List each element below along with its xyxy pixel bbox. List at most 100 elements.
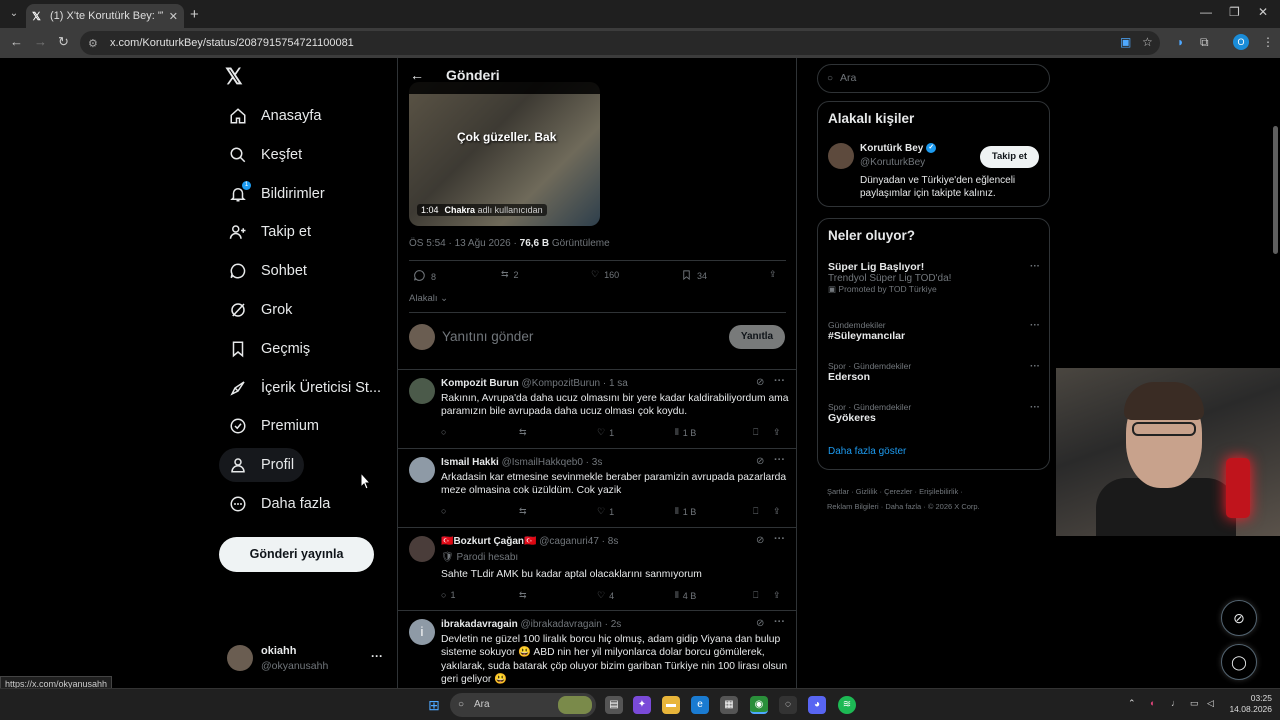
forward-icon[interactable]: → xyxy=(34,34,47,49)
network-icon[interactable]: ▭ xyxy=(1190,698,1199,709)
store-icon[interactable]: ▦ xyxy=(720,696,738,714)
microphone-icon[interactable]: ♩ xyxy=(1171,698,1180,708)
discord-icon[interactable]: ◕ xyxy=(808,696,826,714)
post-timestamp[interactable]: ÖS 5:54 · 13 Ağu 2026 · xyxy=(409,238,520,249)
share-icon[interactable]: ⇪ xyxy=(773,427,781,438)
task-view-icon[interactable]: ▤ xyxy=(605,696,623,714)
x-logo-icon[interactable]: 𝕏 xyxy=(225,64,243,90)
read-aloud-icon[interactable]: ◗ xyxy=(1177,35,1184,49)
window-close-icon[interactable]: ✕ xyxy=(1258,5,1268,19)
share-icon[interactable]: ⇪ xyxy=(773,506,781,517)
reply-item[interactable]: Ismail Hakki @IsmailHakkqeb0 · 3s ⊘ ··· … xyxy=(398,448,796,528)
reply-item[interactable]: i ibrakadavragain @ibrakadavragain · 2s … xyxy=(398,610,796,688)
trend-item[interactable]: Gündemdekiler #Süleymancılar ··· xyxy=(828,320,1040,342)
bookmark-action[interactable]: 34 xyxy=(681,269,707,283)
reply-author[interactable]: Ismail Hakki xyxy=(441,457,499,468)
avatar[interactable] xyxy=(828,143,854,169)
more-dots-icon[interactable]: ··· xyxy=(1030,261,1040,272)
more-dots-icon[interactable]: ··· xyxy=(1030,320,1040,331)
nav-item-more[interactable]: Daha fazla xyxy=(219,487,340,521)
windows-start-icon[interactable]: ⊞ xyxy=(425,696,443,714)
nav-item-explore[interactable]: Keşfet xyxy=(219,138,312,172)
share-icon[interactable]: ⇪ xyxy=(769,269,777,280)
trend-item[interactable]: Süper Lig Başlıyor! Trendyol Süper Lig T… xyxy=(828,261,1040,295)
grok-fab-icon[interactable]: ⊘ xyxy=(1221,600,1257,636)
bookmark-star-icon[interactable]: ☆ xyxy=(1142,35,1153,49)
bookmark-icon[interactable]: ⎕ xyxy=(753,427,758,438)
account-switcher[interactable]: okiahh @okyanusahh ··· xyxy=(227,643,387,673)
nav-item-follow[interactable]: Takip et xyxy=(219,215,321,249)
translate-icon[interactable]: ▣ xyxy=(1120,35,1131,49)
footer-line[interactable]: Şartlar · Gizlilik · Çerezler · Erişileb… xyxy=(827,484,1057,499)
site-info-icon[interactable]: ⚙ xyxy=(88,37,102,50)
more-dots-icon[interactable]: ··· xyxy=(371,649,383,663)
relevance-dropdown[interactable]: Alakalı ⌄ xyxy=(409,293,448,304)
chat-fab-icon[interactable]: ◯ xyxy=(1221,644,1257,680)
grok-icon[interactable]: ⊘ xyxy=(756,456,764,467)
nav-item-home[interactable]: Anasayfa xyxy=(219,99,331,133)
more-dots-icon[interactable]: ··· xyxy=(1030,402,1040,413)
footer-line[interactable]: Reklam Bilgileri · Daha fazla · © 2026 X… xyxy=(827,499,1057,514)
profile-avatar[interactable]: O xyxy=(1233,34,1249,50)
reply-input[interactable]: Yanıtını gönder xyxy=(442,329,533,344)
more-dots-icon[interactable]: ··· xyxy=(774,616,785,628)
taskbar-clock[interactable]: 03:25 14.08.2026 xyxy=(1228,693,1272,715)
more-dots-icon[interactable]: ··· xyxy=(774,375,785,387)
reply-item[interactable]: Kompozit Burun @KompozitBurun · 1 sa ⊘ ·… xyxy=(398,369,796,449)
back-arrow-icon[interactable]: ← xyxy=(410,67,424,83)
follow-button[interactable]: Takip et xyxy=(980,146,1039,168)
bookmark-icon[interactable]: ⎕ xyxy=(753,590,758,601)
reload-icon[interactable]: ↻ xyxy=(58,34,69,50)
tab-search-icon[interactable]: ⌄ xyxy=(6,6,22,22)
heart-icon[interactable]: ♡ 4 xyxy=(597,590,614,601)
address-bar[interactable]: ⚙ x.com/KoruturkBey/status/2087915754721… xyxy=(80,31,1160,55)
reply-author[interactable]: ibrakadavragain xyxy=(441,619,518,630)
repost-icon[interactable]: ⇆ xyxy=(519,590,531,601)
nav-item-premium[interactable]: Premium xyxy=(219,409,329,443)
reply-author[interactable]: 🇹🇷Bozkurt Çağan🇹🇷 xyxy=(441,536,536,547)
views-icon[interactable]: ⫴ 1 B xyxy=(675,506,696,517)
like-action[interactable]: ♡ 160 xyxy=(591,269,619,280)
back-icon[interactable]: ← xyxy=(10,34,23,49)
edge-icon[interactable]: e xyxy=(691,696,709,714)
trend-item[interactable]: Spor · Gündemdekiler Ederson ··· xyxy=(828,361,1040,383)
share-icon[interactable]: ⇪ xyxy=(773,590,781,601)
spotify-icon[interactable]: ≋ xyxy=(838,696,856,714)
file-explorer-icon[interactable]: ▬ xyxy=(662,696,680,714)
person-name[interactable]: Korutürk Bey ✓ xyxy=(860,143,937,154)
reply-action[interactable]: 8 xyxy=(413,269,436,284)
reply-icon[interactable]: ○ 1 xyxy=(441,590,455,600)
nav-item-chat[interactable]: Sohbet xyxy=(219,254,317,288)
copilot-icon[interactable]: ✦ xyxy=(633,696,651,714)
heart-icon[interactable]: ♡ 1 xyxy=(597,427,614,438)
nav-item-grok[interactable]: Grok xyxy=(219,293,302,327)
browser-tab[interactable]: 𝕏 (1) X'te Korutürk Bey: "Viyana'd ✕ xyxy=(26,4,184,28)
taskbar-search[interactable]: ○ Ara xyxy=(450,693,596,717)
menu-icon[interactable]: ⋮ xyxy=(1262,35,1274,49)
video-player[interactable]: Çok güzeller. Bak 1:04 Chakra adlı kulla… xyxy=(409,82,600,226)
tray-app-icon[interactable]: ◐ xyxy=(1150,698,1155,708)
restore-icon[interactable]: ❐ xyxy=(1229,5,1240,19)
chrome-icon[interactable]: ◉ xyxy=(750,696,768,714)
repost-icon[interactable]: ⇆ xyxy=(519,427,531,438)
repost-icon[interactable]: ⇆ xyxy=(519,506,531,517)
bookmark-icon[interactable]: ⎕ xyxy=(753,506,758,517)
post-button[interactable]: Gönderi yayınla xyxy=(219,537,374,572)
more-dots-icon[interactable]: ··· xyxy=(1030,361,1040,372)
trend-item[interactable]: Spor · Gündemdekiler Gyökeres ··· xyxy=(828,402,1040,424)
heart-icon[interactable]: ♡ 1 xyxy=(597,506,614,517)
reply-author[interactable]: Kompozit Burun xyxy=(441,378,519,389)
nav-item-history[interactable]: Geçmiş xyxy=(219,332,320,366)
reply-item[interactable]: 🇹🇷Bozkurt Çağan🇹🇷 @caganuri47 · 8s ⊘ ···… xyxy=(398,527,796,611)
reply-icon[interactable]: ○ xyxy=(441,506,450,516)
new-tab-icon[interactable]: + xyxy=(190,6,199,23)
scrollbar-thumb[interactable] xyxy=(1273,126,1278,254)
grok-icon[interactable]: ⊘ xyxy=(756,377,764,388)
search-input[interactable]: ○ Ara xyxy=(817,64,1050,93)
minimize-icon[interactable]: — xyxy=(1200,5,1212,19)
show-more-link[interactable]: Daha fazla göster xyxy=(828,446,906,457)
more-dots-icon[interactable]: ··· xyxy=(774,533,785,545)
close-tab-icon[interactable]: ✕ xyxy=(169,10,178,23)
extensions-icon[interactable]: ⧉ xyxy=(1200,35,1209,50)
repost-action[interactable]: ⇆ 2 xyxy=(501,269,519,280)
